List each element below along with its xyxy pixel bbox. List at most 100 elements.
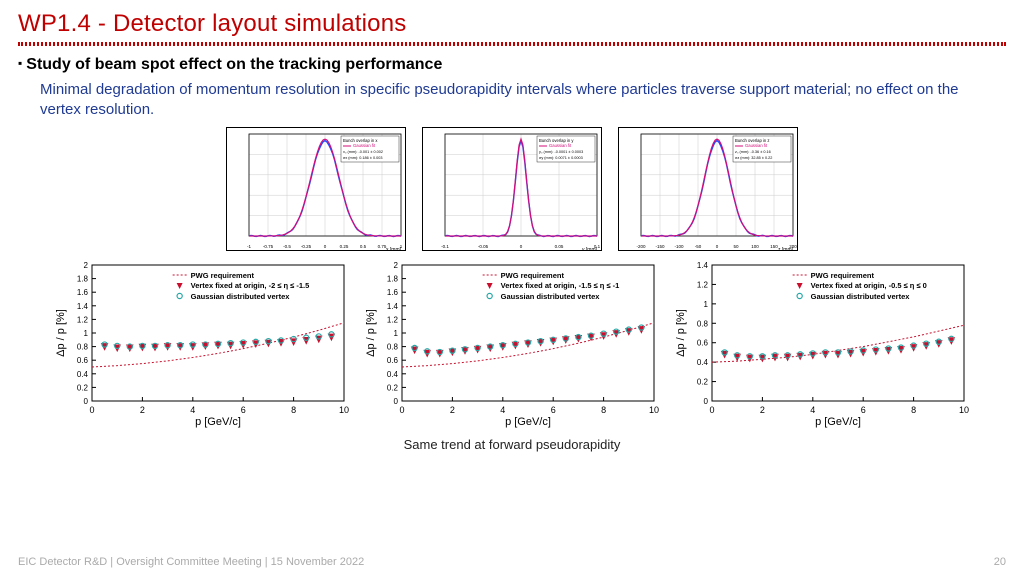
svg-text:-200: -200 (636, 244, 646, 249)
page-number: 20 (994, 556, 1006, 568)
svg-text:Vertex fixed at origin, -2 ≤ η: Vertex fixed at origin, -2 ≤ η ≤ -1.5 (191, 281, 310, 290)
svg-text:2: 2 (450, 405, 455, 415)
svg-text:Δp / p [%]: Δp / p [%] (675, 309, 687, 357)
svg-text:-0.25: -0.25 (301, 244, 312, 249)
svg-text:σx (mm): 0.186 ± 0.003: σx (mm): 0.186 ± 0.003 (343, 156, 382, 160)
svg-text:0: 0 (709, 405, 714, 415)
svg-text:σz (mm): 32.85 ± 0.22: σz (mm): 32.85 ± 0.22 (735, 156, 772, 160)
gauss-plot-x: -1-0.75-0.5-0.2500.250.50.751x [mm]Norma… (226, 127, 406, 251)
svg-text:0: 0 (399, 405, 404, 415)
svg-text:1.2: 1.2 (77, 315, 89, 324)
svg-text:Gaussian distributed vertex: Gaussian distributed vertex (191, 292, 291, 301)
svg-text:PWG requirement: PWG requirement (501, 271, 565, 280)
svg-text:x [mm]: x [mm] (386, 247, 402, 251)
gauss-plot-z: -200-150-100-50050100150200z [mm]Normali… (618, 127, 798, 251)
svg-text:1.4: 1.4 (387, 301, 399, 310)
svg-text:0.25: 0.25 (340, 244, 349, 249)
bullet-1: Study of beam spot effect on the trackin… (18, 56, 1006, 74)
svg-text:8: 8 (601, 405, 606, 415)
svg-text:1.4: 1.4 (77, 301, 89, 310)
svg-text:1.4: 1.4 (697, 261, 709, 270)
scatter-row: 024681000.20.40.60.811.21.41.61.82p [GeV… (18, 259, 1006, 429)
svg-text:0.05: 0.05 (555, 244, 564, 249)
scatter-plot-2: 024681000.20.40.60.811.21.41.61.82p [GeV… (362, 259, 662, 429)
svg-text:8: 8 (911, 405, 916, 415)
svg-text:-0.5: -0.5 (283, 244, 291, 249)
svg-text:y₀ (mm): -0.0001 ± 0.0003: y₀ (mm): -0.0001 ± 0.0003 (539, 150, 583, 154)
svg-text:Δp / p [%]: Δp / p [%] (365, 309, 377, 357)
svg-text:0.8: 0.8 (77, 342, 89, 351)
svg-text:Gaussian fit: Gaussian fit (353, 143, 376, 148)
svg-text:Gaussian distributed vertex: Gaussian distributed vertex (501, 292, 601, 301)
svg-text:x₀ (mm): -0.001 ± 0.002: x₀ (mm): -0.001 ± 0.002 (343, 150, 383, 154)
svg-text:2: 2 (394, 261, 399, 270)
svg-text:p [GeV/c]: p [GeV/c] (815, 416, 861, 428)
svg-text:Δp / p [%]: Δp / p [%] (55, 309, 67, 357)
scatter-plot-1: 024681000.20.40.60.811.21.41.61.82p [GeV… (52, 259, 352, 429)
slide: WP1.4 - Detector layout simulations Stud… (0, 0, 1024, 576)
svg-text:4: 4 (190, 405, 195, 415)
svg-text:0.2: 0.2 (387, 383, 399, 392)
svg-text:1.2: 1.2 (697, 280, 709, 289)
svg-text:8: 8 (291, 405, 296, 415)
svg-text:-0.75: -0.75 (263, 244, 274, 249)
svg-text:10: 10 (339, 405, 349, 415)
svg-text:0.6: 0.6 (77, 356, 89, 365)
svg-text:0: 0 (704, 397, 709, 406)
svg-text:1: 1 (704, 299, 709, 308)
svg-text:Vertex fixed at origin, -0.5 ≤: Vertex fixed at origin, -0.5 ≤ η ≤ 0 (811, 281, 927, 290)
svg-text:4: 4 (500, 405, 505, 415)
svg-text:p [GeV/c]: p [GeV/c] (505, 416, 551, 428)
svg-text:p [GeV/c]: p [GeV/c] (195, 416, 241, 428)
svg-text:Gaussian distributed vertex: Gaussian distributed vertex (811, 292, 911, 301)
svg-text:2: 2 (84, 261, 89, 270)
svg-text:-150: -150 (655, 244, 665, 249)
svg-text:Vertex fixed at origin, -1.5 ≤: Vertex fixed at origin, -1.5 ≤ η ≤ -1 (501, 281, 620, 290)
gauss-plot-y: -0.1-0.0500.050.1y [mm]Normalized events… (422, 127, 602, 251)
svg-text:1.2: 1.2 (387, 315, 399, 324)
svg-text:6: 6 (241, 405, 246, 415)
svg-text:0.4: 0.4 (697, 358, 709, 367)
svg-text:Gaussian fit: Gaussian fit (745, 143, 768, 148)
svg-text:0.6: 0.6 (387, 356, 399, 365)
svg-text:10: 10 (959, 405, 969, 415)
svg-text:-100: -100 (674, 244, 684, 249)
svg-text:1.6: 1.6 (77, 288, 89, 297)
svg-text:0.5: 0.5 (360, 244, 367, 249)
svg-text:1.8: 1.8 (387, 274, 399, 283)
svg-text:0: 0 (84, 397, 89, 406)
svg-text:z₀ (mm): -0.36 ± 0.16: z₀ (mm): -0.36 ± 0.16 (735, 150, 771, 154)
gaussian-row: -1-0.75-0.5-0.2500.250.50.751x [mm]Norma… (18, 127, 1006, 251)
svg-text:6: 6 (861, 405, 866, 415)
svg-text:50: 50 (733, 244, 739, 249)
svg-text:2: 2 (140, 405, 145, 415)
svg-text:0: 0 (324, 244, 327, 249)
svg-text:z [mm]: z [mm] (778, 247, 794, 251)
svg-text:-0.05: -0.05 (478, 244, 489, 249)
svg-text:0: 0 (716, 244, 719, 249)
svg-text:-1: -1 (247, 244, 251, 249)
svg-text:0: 0 (394, 397, 399, 406)
title-divider (18, 42, 1006, 46)
svg-text:0.8: 0.8 (387, 342, 399, 351)
svg-text:y [mm]: y [mm] (582, 247, 598, 251)
caption: Same trend at forward pseudorapidity (18, 437, 1006, 452)
svg-text:0.6: 0.6 (697, 338, 709, 347)
svg-text:4: 4 (810, 405, 815, 415)
svg-text:-0.1: -0.1 (441, 244, 449, 249)
svg-text:Gaussian fit: Gaussian fit (549, 143, 572, 148)
svg-text:0.4: 0.4 (387, 369, 399, 378)
page-title: WP1.4 - Detector layout simulations (18, 10, 1006, 38)
svg-text:0.8: 0.8 (697, 319, 709, 328)
svg-text:2: 2 (760, 405, 765, 415)
svg-text:PWG requirement: PWG requirement (811, 271, 875, 280)
svg-text:-50: -50 (695, 244, 702, 249)
svg-text:0.2: 0.2 (697, 377, 709, 386)
svg-text:0.2: 0.2 (77, 383, 89, 392)
svg-text:0: 0 (89, 405, 94, 415)
svg-text:1: 1 (84, 329, 89, 338)
svg-text:1.6: 1.6 (387, 288, 399, 297)
svg-text:0: 0 (520, 244, 523, 249)
description: Minimal degradation of momentum resoluti… (40, 80, 1000, 121)
svg-text:σy (mm): 0.0071 ± 0.0003: σy (mm): 0.0071 ± 0.0003 (539, 156, 583, 160)
